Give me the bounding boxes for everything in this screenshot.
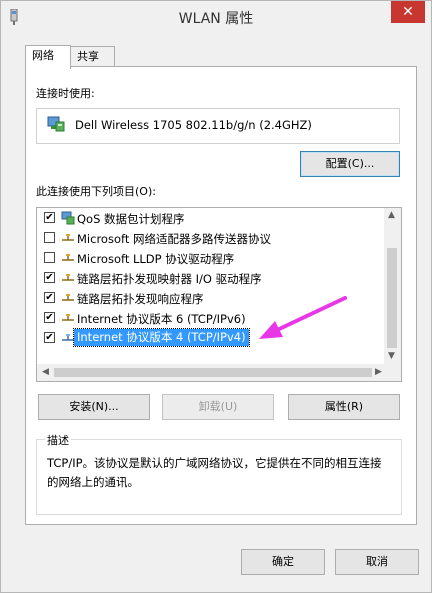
configure-button[interactable]: 配置(C)...	[300, 151, 400, 177]
wlan-properties-dialog: WLAN 属性 ✕ 网络 共享 连接时使用: Dell Wireless 170…	[0, 0, 432, 593]
item-label: Internet 协议版本 4 (TCP/IPv4)	[73, 328, 250, 347]
items-list[interactable]: ✔ QoS 数据包计划程序 Microsoft 网络适配器多路传送器协议 Mic…	[36, 207, 402, 382]
title-bar[interactable]: WLAN 属性 ✕	[1, 1, 431, 33]
network-adapter-icon	[47, 116, 65, 132]
cancel-button[interactable]: 取消	[335, 549, 419, 575]
protocol-icon	[62, 314, 74, 321]
properties-button[interactable]: 属性(R)	[288, 394, 400, 420]
checkbox-checked[interactable]: ✔	[44, 312, 55, 323]
uninstall-button[interactable]: 卸载(U)	[162, 394, 274, 420]
list-item[interactable]: ✔ 链路层拓扑发现映射器 I/O 驱动程序	[37, 268, 385, 288]
item-label: 链路层拓扑发现映射器 I/O 驱动程序	[77, 272, 262, 286]
item-label: 链路层拓扑发现响应程序	[77, 292, 204, 306]
description-group: 描述 TCP/IP。该协议是默认的广域网络协议，它提供在不同的相互连接的网络上的…	[36, 432, 402, 515]
item-label: Internet 协议版本 6 (TCP/IPv6)	[77, 312, 246, 326]
checkbox-unchecked[interactable]	[44, 252, 55, 263]
scroll-up-arrow-icon[interactable]: ▲	[388, 210, 395, 220]
scroll-thumb[interactable]	[54, 368, 372, 377]
adapter-field: Dell Wireless 1705 802.11b/g/n (2.4GHZ)	[36, 108, 400, 144]
scroll-right-arrow-icon[interactable]: ▶	[375, 367, 382, 377]
window-title: WLAN 属性	[178, 11, 254, 27]
items-label: 此连接使用下列项目(O):	[36, 185, 156, 198]
vertical-scrollbar[interactable]: ▲ ▼	[384, 208, 401, 366]
tab-network[interactable]: 网络	[25, 45, 71, 69]
qos-scheduler-icon	[61, 211, 75, 225]
protocol-icon	[62, 334, 74, 341]
list-item[interactable]: Microsoft LLDP 协议驱动程序	[37, 248, 385, 268]
protocol-icon	[62, 254, 74, 261]
scroll-down-arrow-icon[interactable]: ▼	[388, 351, 395, 361]
network-tab-panel: 连接时使用: Dell Wireless 1705 802.11b/g/n (2…	[25, 66, 417, 525]
tab-sharing[interactable]: 共享	[70, 46, 115, 68]
ok-button[interactable]: 确定	[241, 549, 325, 575]
checkbox-checked[interactable]: ✔	[44, 272, 55, 283]
item-label: Microsoft LLDP 协议驱动程序	[77, 252, 235, 266]
item-label: QoS 数据包计划程序	[77, 212, 185, 226]
install-button[interactable]: 安装(N)...	[38, 394, 150, 420]
tab-label: 网络	[32, 49, 54, 62]
close-button[interactable]: ✕	[391, 1, 425, 23]
scroll-left-arrow-icon[interactable]: ◀	[42, 367, 49, 377]
checkbox-checked[interactable]: ✔	[44, 332, 55, 343]
checkbox-checked[interactable]: ✔	[44, 292, 55, 303]
description-title: 描述	[45, 432, 71, 448]
protocol-icon	[62, 274, 74, 281]
adapter-name: Dell Wireless 1705 802.11b/g/n (2.4GHZ)	[75, 118, 312, 132]
scroll-thumb[interactable]	[387, 248, 397, 348]
horizontal-scrollbar[interactable]: ◀ ▶	[37, 364, 401, 381]
checkbox-checked[interactable]: ✔	[44, 212, 55, 223]
description-text: TCP/IP。该协议是默认的广域网络协议，它提供在不同的相互连接的网络上的通讯。	[47, 456, 382, 489]
close-icon: ✕	[402, 4, 414, 20]
item-label: Microsoft 网络适配器多路传送器协议	[77, 232, 271, 246]
checkbox-unchecked[interactable]	[44, 232, 55, 243]
annotation-arrow-icon	[259, 296, 347, 339]
protocol-icon	[62, 294, 74, 301]
list-item[interactable]: Microsoft 网络适配器多路传送器协议	[37, 228, 385, 248]
list-item[interactable]: ✔ QoS 数据包计划程序	[37, 208, 385, 228]
connect-using-label: 连接时使用:	[36, 87, 95, 100]
protocol-icon	[62, 234, 74, 241]
tab-label: 共享	[77, 50, 99, 63]
